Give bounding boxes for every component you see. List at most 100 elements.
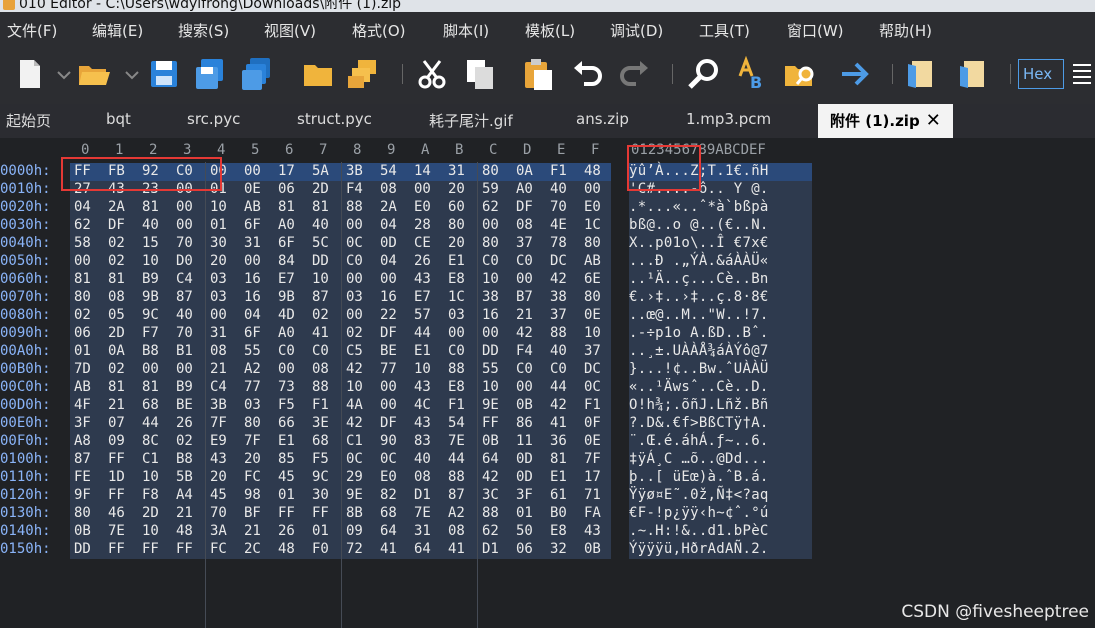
hex-byte[interactable]: 50 <box>516 523 533 539</box>
hex-byte[interactable]: 02 <box>176 433 193 449</box>
hex-byte[interactable]: DD <box>74 541 91 557</box>
hex-byte[interactable]: 16 <box>482 307 499 323</box>
hex-byte[interactable]: 1D <box>108 469 125 485</box>
hex-byte[interactable]: 48 <box>278 541 295 557</box>
hex-byte[interactable]: B8 <box>176 451 193 467</box>
hex-byte[interactable]: 37 <box>516 235 533 251</box>
hex-byte[interactable]: A2 <box>448 505 465 521</box>
row-ascii[interactable]: .-÷p1o A.ßD..Bˆ. <box>629 325 769 341</box>
row-ascii[interactable]: }...!¢..Bw.ˆUÀÀÜ <box>629 361 769 377</box>
hex-byte[interactable]: 88 <box>448 469 465 485</box>
hex-byte[interactable]: 87 <box>312 289 329 305</box>
hex-byte[interactable]: 81 <box>142 199 159 215</box>
hex-byte[interactable]: 87 <box>448 487 465 503</box>
hex-byte[interactable]: 00 <box>380 397 397 413</box>
hex-byte[interactable]: 05 <box>108 307 125 323</box>
hex-byte[interactable]: 61 <box>550 487 567 503</box>
hex-byte[interactable]: 02 <box>346 325 363 341</box>
hex-byte[interactable]: 58 <box>74 235 91 251</box>
hex-byte[interactable]: C1 <box>142 451 159 467</box>
hex-byte[interactable]: 00 <box>244 253 261 269</box>
hex-byte[interactable]: 1C <box>584 217 601 233</box>
hex-byte[interactable]: 6F <box>244 217 261 233</box>
hex-byte[interactable]: 00 <box>516 271 533 287</box>
hex-byte[interactable]: 20 <box>210 253 227 269</box>
hex-byte[interactable]: BE <box>176 397 193 413</box>
hex-byte[interactable]: 42 <box>482 469 499 485</box>
hex-byte[interactable]: E1 <box>278 433 295 449</box>
hex-byte[interactable]: 01 <box>74 343 91 359</box>
hex-byte[interactable]: 00 <box>584 181 601 197</box>
hex-row[interactable]: 0140h: 0B 7E 10 48 3A 21 26 01 09 64 31 08 62 50 E8 43 .~… <box>0 523 1095 541</box>
hex-byte[interactable]: F0 <box>312 541 329 557</box>
hex-byte[interactable]: 41 <box>312 325 329 341</box>
hex-byte[interactable]: 0B <box>482 433 499 449</box>
close-icon[interactable]: ✕ <box>926 110 941 131</box>
hex-byte[interactable]: 59 <box>482 181 499 197</box>
hex-byte[interactable]: 9C <box>142 307 159 323</box>
hex-byte[interactable]: 03 <box>210 271 227 287</box>
hex-byte[interactable]: C0 <box>312 343 329 359</box>
hex-byte[interactable]: B9 <box>142 271 159 287</box>
hex-byte[interactable]: 02 <box>108 235 125 251</box>
hex-byte[interactable]: 07 <box>108 415 125 431</box>
hex-byte[interactable]: 30 <box>210 235 227 251</box>
hex-row[interactable]: 00B0h: 7D 02 00 00 21 A2 00 08 42 77 10 88 55 C0 C0 DC}.… <box>0 361 1095 379</box>
hex-byte[interactable]: FF <box>108 451 125 467</box>
hex-byte[interactable]: C0 <box>448 343 465 359</box>
hex-byte[interactable]: 0C <box>584 379 601 395</box>
open-folder-icon[interactable] <box>76 56 112 92</box>
hex-byte[interactable]: DD <box>312 253 329 269</box>
hex-byte[interactable]: 40 <box>176 307 193 323</box>
hex-byte[interactable]: 00 <box>346 307 363 323</box>
hex-row[interactable]: 0080h: 02 05 9C 40 00 04 4D 02 00 22 57 03 16 21 37 0E..… <box>0 307 1095 325</box>
hex-byte[interactable]: 26 <box>414 253 431 269</box>
hex-byte[interactable]: 66 <box>278 415 295 431</box>
hex-byte[interactable]: C0 <box>516 361 533 377</box>
hex-row[interactable]: 0070h: 80 08 9B 87 03 16 9B 87 03 16 E7 1C 38 B7 38 80 €.… <box>0 289 1095 307</box>
hex-byte[interactable]: A0 <box>278 325 295 341</box>
hex-row[interactable]: 00E0h: 3F 07 44 26 7F 80 66 3E 42 DF 43 54 FF 86 41 0F?.… <box>0 415 1095 433</box>
hex-byte[interactable]: 2A <box>108 199 125 215</box>
hex-byte[interactable]: 40 <box>312 217 329 233</box>
hex-byte[interactable]: CE <box>414 235 431 251</box>
hex-byte[interactable]: 0A <box>108 343 125 359</box>
hex-byte[interactable]: F1 <box>448 397 465 413</box>
hex-byte[interactable]: F5 <box>278 397 295 413</box>
tab-mp3-pcm[interactable]: 1.mp3.pcm <box>686 110 771 128</box>
menu-edit[interactable]: 编辑(E) <box>92 20 143 41</box>
hex-byte[interactable]: 3A <box>210 523 227 539</box>
hex-byte[interactable]: 3F <box>516 487 533 503</box>
hex-byte[interactable]: 4A <box>346 397 363 413</box>
hex-byte[interactable]: 48 <box>176 523 193 539</box>
hex-byte[interactable]: 9B <box>278 289 295 305</box>
hex-byte[interactable]: 00 <box>176 217 193 233</box>
hex-byte[interactable]: 10 <box>142 469 159 485</box>
hex-byte[interactable]: 21 <box>516 307 533 323</box>
hex-byte[interactable]: 00 <box>482 217 499 233</box>
hex-byte[interactable]: 26 <box>176 415 193 431</box>
hex-byte[interactable]: 8B <box>346 505 363 521</box>
hex-byte[interactable]: F8 <box>142 487 159 503</box>
hex-byte[interactable]: 00 <box>380 379 397 395</box>
hex-byte[interactable]: 30 <box>312 487 329 503</box>
hex-byte[interactable]: 83 <box>414 433 431 449</box>
hex-row[interactable]: 0100h: 87 FF C1 B8 43 20 85 F5 0C 0C 40 44 64 0D 81 7F ‡ÿ… <box>0 451 1095 469</box>
hex-byte[interactable]: 9E <box>482 397 499 413</box>
row-ascii[interactable]: €.›‡..›‡..ç.8·8€ <box>629 289 769 305</box>
hex-byte[interactable]: 3B <box>210 397 227 413</box>
hex-byte[interactable]: FC <box>244 469 261 485</box>
hex-row[interactable]: 00D0h: 4F 21 68 BE 3B 03 F5 F1 4A 00 4C F1 9E 0B 42 F1 O!… <box>0 397 1095 415</box>
hex-byte[interactable]: 31 <box>210 325 227 341</box>
hex-byte[interactable]: 9F <box>74 487 91 503</box>
row-ascii[interactable]: ..œ@..M.."W..!7. <box>629 307 769 323</box>
hex-byte[interactable]: 80 <box>584 235 601 251</box>
hex-byte[interactable]: 04 <box>380 217 397 233</box>
hex-byte[interactable]: E7 <box>414 289 431 305</box>
hex-byte[interactable]: 08 <box>380 181 397 197</box>
hex-byte[interactable]: 01 <box>516 505 533 521</box>
hex-byte[interactable]: DC <box>584 361 601 377</box>
hex-byte[interactable]: 54 <box>448 415 465 431</box>
hex-byte[interactable]: 72 <box>346 541 363 557</box>
hex-byte[interactable]: 81 <box>74 271 91 287</box>
